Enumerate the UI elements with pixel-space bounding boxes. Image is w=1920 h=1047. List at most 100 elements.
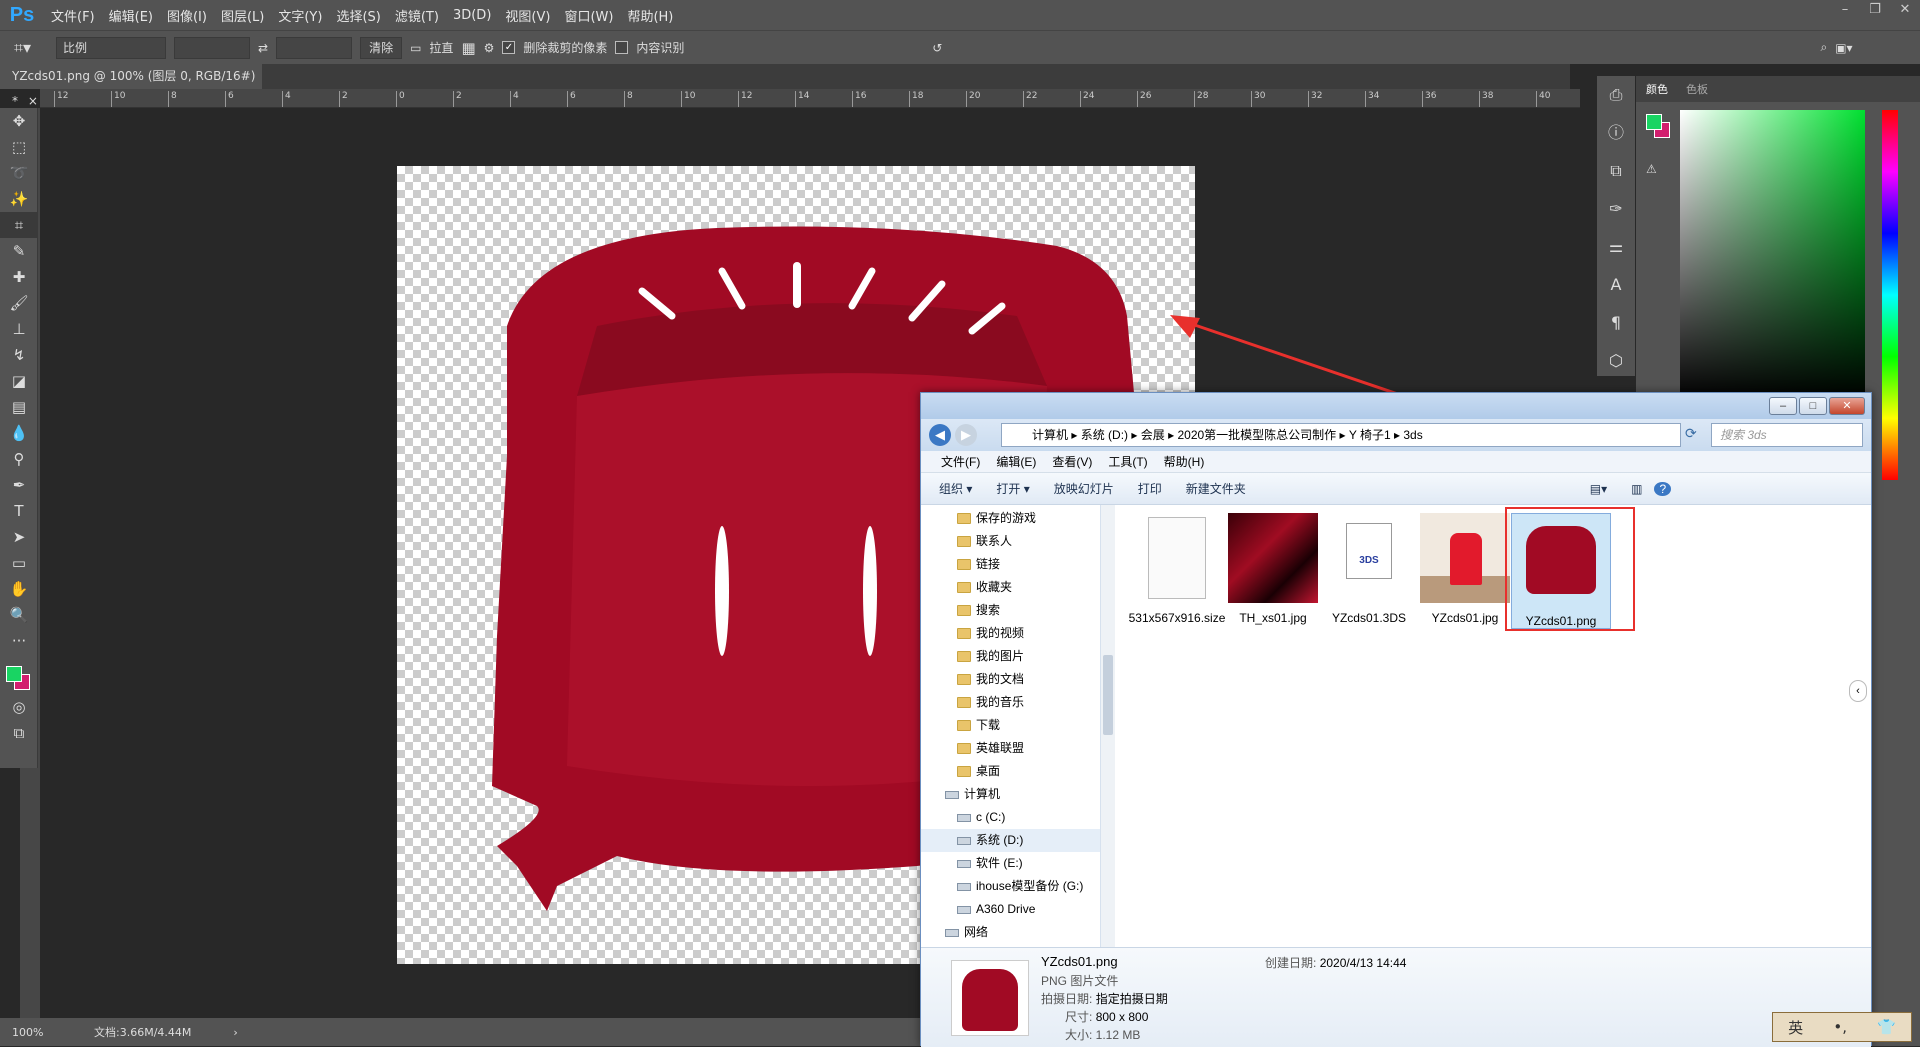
- pen-tool-icon[interactable]: ✒: [0, 472, 38, 498]
- open-button[interactable]: 打开 ▾: [984, 480, 1041, 497]
- scrollbar-thumb[interactable]: [1103, 655, 1113, 735]
- search-icon[interactable]: ⌕: [1820, 40, 1827, 55]
- more-tools-icon[interactable]: ···: [0, 628, 38, 654]
- type-tool-icon[interactable]: T: [0, 498, 38, 524]
- menu-edit[interactable]: 编辑(E): [102, 6, 160, 25]
- nav-item[interactable]: 链接: [921, 553, 1100, 576]
- brush-settings-icon[interactable]: ✑: [1597, 190, 1635, 228]
- help-icon[interactable]: ?: [1654, 481, 1672, 496]
- nav-item[interactable]: A360 Drive: [921, 898, 1100, 921]
- overlay-grid-icon[interactable]: ▦: [461, 39, 475, 57]
- nav-item[interactable]: 英雄联盟: [921, 737, 1100, 760]
- ratio-height-field[interactable]: [276, 36, 353, 59]
- nav-item[interactable]: 网络: [921, 921, 1100, 944]
- close-tab-icon[interactable]: ×: [28, 94, 38, 108]
- gradient-tool-icon[interactable]: ▤: [0, 394, 38, 420]
- adjustments-icon[interactable]: ⚌: [1597, 228, 1635, 266]
- explorer-minimize-icon[interactable]: –: [1769, 397, 1797, 415]
- menu-select[interactable]: 选择(S): [329, 6, 387, 25]
- view-options-icon[interactable]: ▤▾: [1578, 482, 1619, 496]
- menu-layer[interactable]: 图层(L): [214, 6, 271, 25]
- path-select-icon[interactable]: ➤: [0, 524, 38, 550]
- paragraph-icon[interactable]: ¶: [1597, 304, 1635, 342]
- explorer-menu-edit[interactable]: 编辑(E): [990, 453, 1042, 470]
- lasso-tool-icon[interactable]: ➰: [0, 160, 38, 186]
- organize-button[interactable]: 组织 ▾: [927, 480, 984, 497]
- nav-item[interactable]: 我的文档: [921, 668, 1100, 691]
- nav-item[interactable]: c (C:): [921, 806, 1100, 829]
- explorer-menu-file[interactable]: 文件(F): [935, 453, 986, 470]
- search-input[interactable]: 搜索 3ds: [1711, 423, 1863, 447]
- close-icon[interactable]: ✕: [1890, 0, 1920, 22]
- clear-button[interactable]: 清除: [360, 36, 403, 59]
- stamp-tool-icon[interactable]: ⊥: [0, 316, 38, 342]
- slideshow-button[interactable]: 放映幻灯片: [1042, 480, 1126, 497]
- panel-fg-swatch[interactable]: [1646, 114, 1662, 130]
- hue-slider[interactable]: [1882, 110, 1898, 480]
- explorer-close-icon[interactable]: ✕: [1829, 397, 1865, 415]
- explorer-menu-help[interactable]: 帮助(H): [1158, 453, 1211, 470]
- file-item[interactable]: TH_xs01.jpg: [1223, 513, 1323, 625]
- nav-item[interactable]: 联系人: [921, 530, 1100, 553]
- ratio-select[interactable]: 比例: [56, 36, 166, 59]
- menu-image[interactable]: 图像(I): [160, 6, 214, 25]
- eraser-tool-icon[interactable]: ◪: [0, 368, 38, 394]
- nav-item[interactable]: 计算机: [921, 783, 1100, 806]
- 3d-icon[interactable]: ⬡: [1597, 342, 1635, 380]
- file-item[interactable]: 531x567x916.size: [1127, 513, 1227, 625]
- delete-cropped-checkbox[interactable]: ✓: [502, 41, 516, 54]
- nav-item[interactable]: 软件 (E:): [921, 852, 1100, 875]
- healing-tool-icon[interactable]: ✚: [0, 264, 38, 290]
- swap-icon[interactable]: ⇄: [258, 41, 268, 55]
- dodge-tool-icon[interactable]: ⚲: [0, 446, 38, 472]
- explorer-menu-view[interactable]: 查看(V): [1046, 453, 1098, 470]
- nav-item[interactable]: 下载: [921, 714, 1100, 737]
- straighten-label[interactable]: 拉直: [429, 39, 453, 56]
- foreground-color-swatch[interactable]: [6, 666, 22, 682]
- menu-type[interactable]: 文字(Y): [271, 6, 329, 25]
- minimize-icon[interactable]: –: [1830, 0, 1860, 22]
- nav-item[interactable]: 桌面: [921, 760, 1100, 783]
- new-folder-button[interactable]: 新建文件夹: [1174, 480, 1258, 497]
- breadcrumb-item[interactable]: 系统 (D:): [1081, 428, 1128, 442]
- zoom-level[interactable]: 100%: [12, 1026, 82, 1039]
- marquee-tool-icon[interactable]: ⬚: [0, 134, 38, 160]
- skin-icon[interactable]: 👕: [1877, 1018, 1896, 1036]
- status-menu-icon[interactable]: ›: [233, 1026, 237, 1039]
- info-icon[interactable]: ⓘ: [1597, 114, 1635, 152]
- gear-icon[interactable]: ⚙: [484, 41, 495, 55]
- menu-3d[interactable]: 3D(D): [446, 8, 498, 23]
- crop-tool-icon[interactable]: ⌗: [0, 212, 38, 238]
- nav-item[interactable]: 我的图片: [921, 645, 1100, 668]
- reset-icon[interactable]: ↺: [932, 41, 942, 55]
- breadcrumb[interactable]: 计算机 ▸ 系统 (D:) ▸ 会展 ▸ 2020第一批模型陈总公司制作 ▸ Y…: [1001, 423, 1681, 447]
- workspace-icon[interactable]: ▣▾: [1835, 41, 1852, 55]
- character-icon[interactable]: A: [1597, 266, 1635, 304]
- nav-item[interactable]: 搜索: [921, 599, 1100, 622]
- crop-tool-icon[interactable]: ⌗▾: [14, 38, 48, 58]
- ime-widget[interactable]: 英 •, 👕: [1772, 1012, 1912, 1042]
- move-tool-icon[interactable]: ✥: [0, 108, 38, 134]
- nav-item[interactable]: 我的视频: [921, 622, 1100, 645]
- content-aware-checkbox[interactable]: [615, 41, 629, 54]
- nav-item[interactable]: 系统 (D:): [921, 829, 1100, 852]
- nav-item[interactable]: 我的音乐: [921, 691, 1100, 714]
- navigation-scrollbar[interactable]: [1101, 505, 1115, 947]
- nav-item[interactable]: 保存的游戏: [921, 507, 1100, 530]
- screen-mode-icon[interactable]: ⧉: [0, 720, 38, 746]
- color-picker-field[interactable]: [1680, 110, 1865, 400]
- shape-tool-icon[interactable]: ▭: [0, 550, 38, 576]
- forward-icon[interactable]: ▶: [955, 424, 977, 446]
- back-icon[interactable]: ◀: [929, 424, 951, 446]
- menu-file[interactable]: 文件(F): [44, 6, 102, 25]
- history-brush-icon[interactable]: ↯: [0, 342, 38, 368]
- tab-swatches[interactable]: 色板: [1686, 81, 1708, 97]
- straighten-icon[interactable]: ▭: [410, 41, 421, 55]
- document-tab[interactable]: YZcds01.png @ 100% (图层 0, RGB/16#) * ×: [0, 64, 262, 108]
- breadcrumb-item[interactable]: 计算机: [1032, 428, 1068, 442]
- blur-tool-icon[interactable]: 💧: [0, 420, 38, 446]
- menu-filter[interactable]: 滤镜(T): [388, 6, 446, 25]
- print-button[interactable]: 打印: [1126, 480, 1174, 497]
- eyedropper-tool-icon[interactable]: ✎: [0, 238, 38, 264]
- nav-item[interactable]: ihouse模型备份 (G:): [921, 875, 1100, 898]
